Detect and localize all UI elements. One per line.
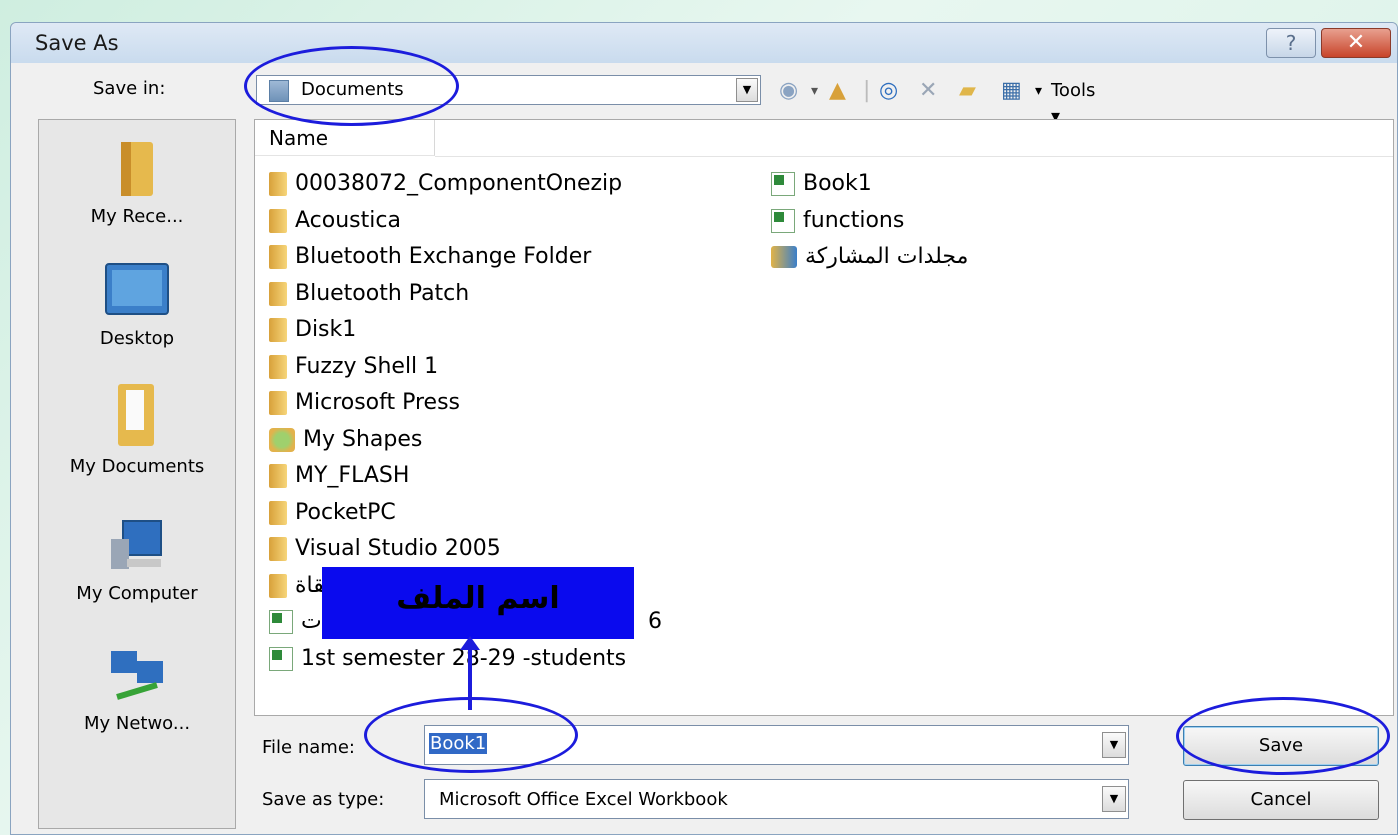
help-icon: ? — [1285, 31, 1297, 55]
list-item[interactable]: Fuzzy Shell 1 — [269, 351, 438, 383]
views-icon[interactable]: ▦ — [1001, 78, 1022, 104]
up-one-level-icon[interactable]: ▲ — [829, 78, 846, 104]
save-as-type-label: Save as type: — [262, 789, 385, 810]
list-item[interactable]: MY_FLASH — [269, 460, 409, 492]
place-my-computer[interactable]: My Computer — [39, 515, 235, 604]
place-label: My Computer — [76, 583, 198, 604]
list-item[interactable]: 00038072_ComponentOnezip — [269, 168, 622, 200]
shapes-folder-icon — [269, 428, 295, 452]
new-folder-icon[interactable]: ▰ — [959, 78, 976, 104]
list-item[interactable]: Acoustica — [269, 205, 401, 237]
annotation-label-box: اسم الملف — [322, 567, 634, 639]
folder-icon — [269, 574, 287, 598]
network-icon — [111, 651, 163, 700]
desktop-icon — [105, 263, 169, 315]
list-item-suffix: 6 — [648, 609, 662, 634]
list-item[interactable]: Bluetooth Patch — [269, 278, 469, 310]
back-arrow-icon[interactable]: ◉ — [779, 78, 798, 104]
folder-icon — [269, 172, 287, 196]
file-name-label: File name: — [262, 737, 355, 758]
computer-icon — [111, 520, 162, 569]
place-my-recent[interactable]: My Rece... — [39, 138, 235, 227]
list-item[interactable]: My Shapes — [269, 424, 422, 456]
list-item-label: PocketPC — [295, 500, 396, 525]
list-item-label: Fuzzy Shell 1 — [295, 354, 439, 379]
shared-folder-icon — [771, 246, 797, 268]
list-item-label: functions — [803, 208, 905, 233]
place-label: Desktop — [99, 328, 175, 349]
help-button[interactable]: ? — [1266, 28, 1316, 58]
folder-icon — [269, 245, 287, 269]
chevron-down-icon[interactable]: ▼ — [736, 78, 758, 102]
folder-icon — [269, 464, 287, 488]
column-header-filler — [435, 120, 1393, 157]
list-item-label: Acoustica — [295, 208, 401, 233]
list-item-label: Disk1 — [295, 317, 357, 342]
list-item-label: مجلدات المشاركة — [805, 244, 969, 269]
list-item-label: 00038072_ComponentOnezip — [295, 171, 623, 196]
folder-icon — [269, 391, 287, 415]
list-item-label: Visual Studio 2005 — [295, 536, 501, 561]
list-item-label: Microsoft Press — [295, 390, 461, 415]
list-item-label: MY_FLASH — [295, 463, 410, 488]
list-item[interactable]: Microsoft Press — [269, 387, 460, 419]
save-as-type-select[interactable]: Microsoft Office Excel Workbook ▼ — [424, 779, 1129, 819]
list-item[interactable]: functions — [771, 205, 904, 237]
place-desktop[interactable]: Desktop — [39, 260, 235, 349]
close-icon: ✕ — [1346, 30, 1366, 55]
search-web-icon[interactable]: ◎ — [879, 78, 898, 104]
save-as-dialog: Save As ? ✕ Save in: Documents ▼ ◉ ▾ ▲ |… — [10, 22, 1398, 835]
save-in-label: Save in: — [93, 78, 166, 99]
list-item-label: My Shapes — [303, 427, 423, 452]
tools-label: Tools — [1051, 80, 1096, 101]
excel-file-icon — [771, 209, 795, 233]
list-item[interactable]: PocketPC — [269, 497, 396, 529]
annotation-ellipse-save-button — [1176, 697, 1390, 775]
save-as-type-value: Microsoft Office Excel Workbook — [439, 789, 728, 810]
folder-icon — [269, 282, 287, 306]
folder-icon — [269, 355, 287, 379]
place-label: My Rece... — [90, 206, 184, 227]
annotation-arrow-line — [468, 646, 472, 710]
dialog-title: Save As — [35, 31, 119, 55]
annotation-ellipse-save-in — [244, 46, 459, 126]
close-button[interactable]: ✕ — [1321, 28, 1391, 58]
list-item-label: Book1 — [803, 171, 872, 196]
folder-icon — [269, 318, 287, 342]
list-item[interactable]: Bluetooth Exchange Folder — [269, 241, 591, 273]
folder-icon — [269, 209, 287, 233]
documents-folder-icon — [118, 384, 154, 446]
excel-file-icon — [269, 610, 293, 634]
list-item-label: Bluetooth Patch — [295, 281, 470, 306]
chevron-down-icon[interactable]: ▼ — [1102, 786, 1126, 812]
cancel-button[interactable]: Cancel — [1183, 780, 1379, 820]
annotation-label: اسم الملف — [396, 581, 560, 616]
list-item[interactable]: Disk1 — [269, 314, 356, 346]
back-dropdown-icon[interactable]: ▾ — [811, 78, 818, 104]
excel-file-icon — [269, 647, 293, 671]
views-dropdown-icon[interactable]: ▾ — [1035, 78, 1042, 104]
place-my-network[interactable]: My Netwo... — [39, 645, 235, 734]
place-label: My Documents — [69, 456, 205, 477]
places-bar: My Rece... Desktop My Documents My Compu… — [38, 119, 236, 829]
title-bar: Save As ? ✕ — [11, 23, 1397, 63]
list-item[interactable]: مجلدات المشاركة — [771, 241, 968, 273]
excel-file-icon — [771, 172, 795, 196]
folder-icon — [269, 537, 287, 561]
place-label: My Netwo... — [83, 713, 191, 734]
list-item[interactable]: 1st semester 28-29 -students — [269, 643, 626, 675]
delete-icon[interactable]: ✕ — [919, 78, 937, 104]
recent-folder-icon — [121, 142, 153, 196]
place-my-documents[interactable]: My Documents — [39, 380, 235, 477]
list-item-label: Bluetooth Exchange Folder — [295, 244, 592, 269]
list-item[interactable]: Book1 — [771, 168, 872, 200]
toolbar-separator: | — [863, 78, 871, 103]
chevron-down-icon[interactable]: ▼ — [1102, 732, 1126, 758]
list-item[interactable]: Visual Studio 2005 — [269, 533, 501, 565]
folder-icon — [269, 501, 287, 525]
